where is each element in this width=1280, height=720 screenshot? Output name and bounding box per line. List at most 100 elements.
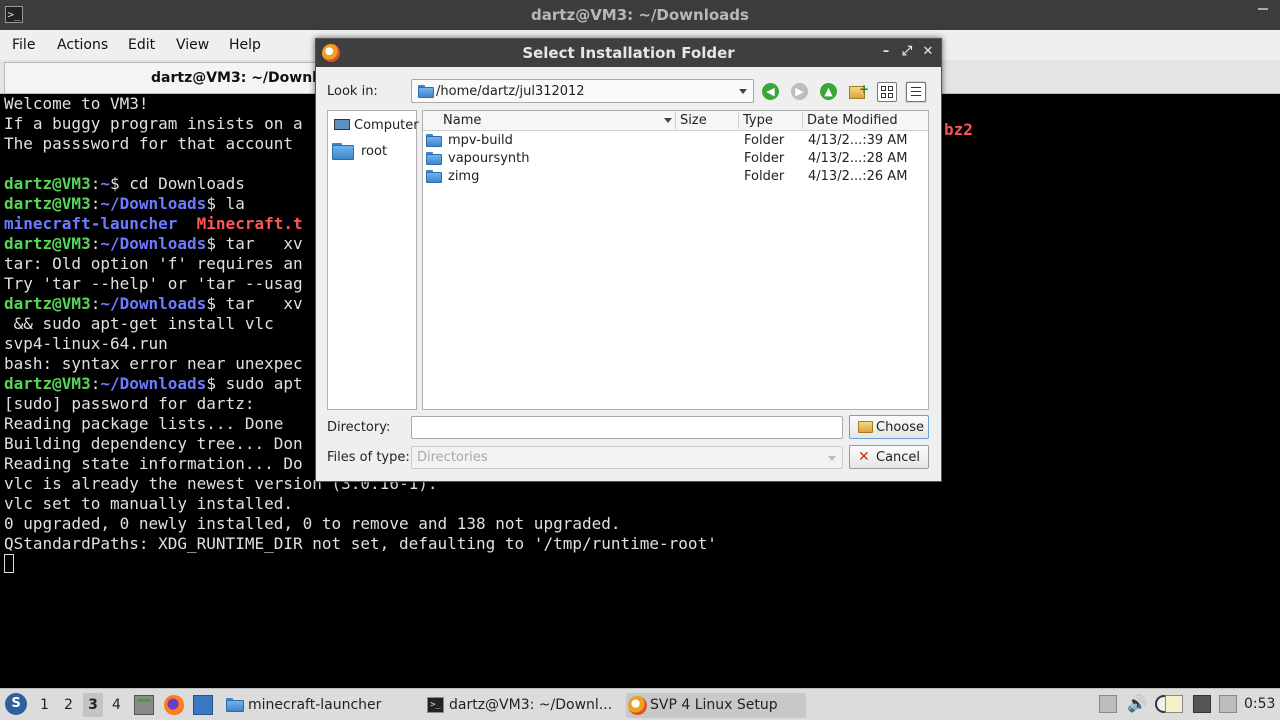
clipboard-icon[interactable] bbox=[1165, 695, 1183, 713]
power-icon[interactable] bbox=[1219, 695, 1237, 713]
file-row[interactable]: vapoursynth Folder 4/13/2...:28 AM bbox=[423, 150, 928, 168]
taskbar: S 1 2 3 4 minecraft-launcher >_ dartz@VM… bbox=[0, 688, 1280, 720]
file-list-header: Name Size Type Date Modified bbox=[423, 111, 928, 131]
workspace-3[interactable]: 3 bbox=[83, 693, 103, 717]
workspace-2[interactable]: 2 bbox=[64, 697, 73, 713]
column-size[interactable]: Size bbox=[680, 113, 707, 128]
files-of-type-combo[interactable]: Directories bbox=[411, 446, 843, 469]
look-in-label: Look in: bbox=[327, 84, 378, 99]
terminal-line: vlc set to manually installed. bbox=[4, 494, 293, 513]
folder-icon bbox=[426, 152, 442, 165]
files-of-type-value: Directories bbox=[417, 450, 488, 465]
svp-app-icon bbox=[628, 696, 647, 715]
look-in-combo[interactable]: /home/dartz/jul312012 bbox=[411, 79, 754, 103]
terminal-line: QStandardPaths: XDG_RUNTIME_DIR not set,… bbox=[4, 534, 717, 553]
task-label: SVP 4 Linux Setup bbox=[650, 697, 778, 713]
workspace-1[interactable]: 1 bbox=[40, 697, 49, 713]
sort-descending-icon bbox=[664, 118, 672, 123]
close-icon[interactable]: ✕ bbox=[920, 43, 936, 61]
network-icon[interactable] bbox=[1193, 695, 1211, 713]
terminal-icon: >_ bbox=[427, 697, 444, 713]
tray-update-icon[interactable] bbox=[1099, 695, 1117, 713]
terminal-window-title: dartz@VM3: ~/Downloads bbox=[531, 6, 749, 24]
file-type: Folder bbox=[744, 151, 785, 166]
folder-icon bbox=[418, 85, 434, 98]
computer-icon bbox=[334, 119, 350, 130]
minimize-icon[interactable]: – bbox=[878, 43, 894, 61]
choose-button[interactable]: Choose bbox=[849, 415, 929, 439]
file-row[interactable]: mpv-build Folder 4/13/2...:39 AM bbox=[423, 132, 928, 150]
cancel-button[interactable]: ✕ Cancel bbox=[849, 445, 929, 469]
directory-label: Directory: bbox=[327, 420, 391, 435]
file-date: 4/13/2...:39 AM bbox=[808, 133, 908, 148]
window-minimize-icon[interactable] bbox=[1258, 8, 1268, 18]
directory-input[interactable] bbox=[411, 416, 843, 439]
choose-button-label: Choose bbox=[876, 420, 924, 435]
task-terminal[interactable]: >_ dartz@VM3: ~/Downl... bbox=[425, 693, 621, 718]
terminal-tab[interactable]: dartz@VM3: ~/Downloa bbox=[4, 62, 336, 93]
file-manager-icon[interactable] bbox=[193, 695, 213, 715]
new-folder-button[interactable]: + bbox=[847, 81, 869, 103]
folder-icon bbox=[426, 134, 442, 147]
forward-arrow-icon: ▶ bbox=[791, 83, 808, 100]
terminal-archive-fragment: bz2 bbox=[944, 120, 973, 139]
desktop-launcher-icon[interactable] bbox=[134, 695, 154, 715]
workspace-4[interactable]: 4 bbox=[112, 697, 121, 713]
chevron-down-icon bbox=[828, 456, 836, 461]
file-type: Folder bbox=[744, 133, 785, 148]
detail-view-button[interactable] bbox=[905, 81, 927, 103]
look-in-value: /home/dartz/jul312012 bbox=[436, 84, 585, 99]
start-menu-button[interactable]: S bbox=[5, 693, 27, 715]
file-row[interactable]: zimg Folder 4/13/2...:26 AM bbox=[423, 168, 928, 186]
cancel-icon: ✕ bbox=[858, 449, 870, 465]
grid-view-icon bbox=[877, 82, 897, 102]
menu-help[interactable]: Help bbox=[229, 37, 261, 53]
sidebar-item-label: root bbox=[361, 144, 388, 159]
places-sidebar: Computer root bbox=[327, 110, 419, 410]
menu-actions[interactable]: Actions bbox=[57, 37, 108, 53]
files-of-type-label: Files of type: bbox=[327, 450, 410, 465]
column-name[interactable]: Name bbox=[443, 113, 481, 128]
menu-edit[interactable]: Edit bbox=[128, 37, 155, 53]
clock: 0:53 bbox=[1244, 696, 1276, 712]
chevron-down-icon bbox=[739, 89, 747, 94]
forward-button[interactable]: ▶ bbox=[789, 81, 811, 103]
file-type: Folder bbox=[744, 169, 785, 184]
icon-view-button[interactable] bbox=[876, 81, 898, 103]
plus-icon: + bbox=[859, 82, 870, 96]
maximize-icon[interactable]: ⤢ bbox=[899, 43, 915, 61]
folder-icon bbox=[858, 421, 873, 433]
select-folder-dialog: Select Installation Folder – ⤢ ✕ Look in… bbox=[315, 38, 942, 482]
back-button[interactable]: ◀ bbox=[760, 81, 782, 103]
back-arrow-icon: ◀ bbox=[762, 83, 779, 100]
file-name: mpv-build bbox=[448, 133, 513, 148]
task-label: minecraft-launcher bbox=[248, 697, 382, 713]
folder-icon bbox=[332, 143, 354, 160]
terminal-cursor bbox=[4, 554, 14, 573]
cancel-button-label: Cancel bbox=[876, 450, 921, 465]
dialog-titlebar: Select Installation Folder – ⤢ ✕ bbox=[316, 39, 941, 67]
volume-icon[interactable]: 🔊 bbox=[1127, 695, 1147, 713]
file-list[interactable]: Name Size Type Date Modified mpv-build F… bbox=[422, 110, 929, 410]
terminal-titlebar: >_ dartz@VM3: ~/Downloads bbox=[0, 0, 1280, 30]
menu-file[interactable]: File bbox=[12, 37, 35, 53]
column-type[interactable]: Type bbox=[743, 113, 773, 128]
file-date: 4/13/2...:26 AM bbox=[808, 169, 908, 184]
file-name: vapoursynth bbox=[448, 151, 530, 166]
dialog-title: Select Installation Folder bbox=[522, 44, 735, 62]
folder-icon bbox=[226, 698, 244, 712]
firefox-icon[interactable] bbox=[164, 695, 184, 715]
list-view-icon bbox=[906, 82, 926, 102]
parent-directory-button[interactable]: ▲ bbox=[818, 81, 840, 103]
column-date-modified[interactable]: Date Modified bbox=[807, 113, 898, 128]
task-svp-setup[interactable]: SVP 4 Linux Setup bbox=[626, 693, 806, 718]
up-arrow-icon: ▲ bbox=[820, 83, 837, 100]
terminal-tab-title: dartz@VM3: ~/Downloa bbox=[151, 70, 337, 86]
folder-icon bbox=[426, 170, 442, 183]
task-minecraft-launcher[interactable]: minecraft-launcher bbox=[224, 693, 414, 718]
task-label: dartz@VM3: ~/Downl... bbox=[449, 697, 613, 713]
menu-view[interactable]: View bbox=[176, 37, 209, 53]
file-date: 4/13/2...:28 AM bbox=[808, 151, 908, 166]
terminal-line: 0 upgraded, 0 newly installed, 0 to remo… bbox=[4, 514, 621, 533]
file-name: zimg bbox=[448, 169, 480, 184]
